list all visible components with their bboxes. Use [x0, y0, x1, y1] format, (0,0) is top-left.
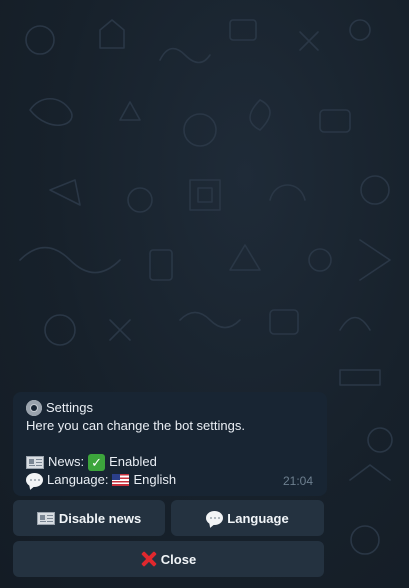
disable-news-button[interactable]: Disable news [13, 500, 165, 536]
newspaper-icon [36, 511, 55, 525]
message-title-line: Settings [26, 399, 314, 417]
language-button[interactable]: Language [171, 500, 324, 536]
speech-balloon-icon [206, 511, 224, 525]
language-status-line: Language: English [26, 471, 314, 489]
disable-news-label: Disable news [58, 510, 142, 526]
news-status-line: News: ✓ Enabled [26, 453, 314, 471]
message-description-line: Here you can change the bot settings. [26, 417, 314, 435]
cross-mark-icon [141, 551, 157, 567]
language-label: Language: [47, 472, 109, 487]
speech-balloon-icon [26, 473, 43, 487]
check-mark-icon: ✓ [88, 453, 106, 471]
close-button-label: Close [160, 551, 197, 567]
language-button-label: Language [227, 510, 289, 526]
message-time: 21:04 [282, 474, 313, 488]
bot-message: Settings Here you can change the bot set… [13, 392, 327, 496]
gear-icon [26, 400, 42, 416]
message-title: Settings [46, 400, 93, 415]
close-button[interactable]: Close [13, 541, 324, 577]
newspaper-icon [26, 455, 44, 469]
news-status: Enabled [109, 454, 157, 469]
message-description: Here you can change the bot settings. [26, 418, 245, 433]
us-flag-icon [112, 474, 130, 486]
language-value: English [133, 472, 177, 487]
news-label: News: [48, 454, 85, 469]
